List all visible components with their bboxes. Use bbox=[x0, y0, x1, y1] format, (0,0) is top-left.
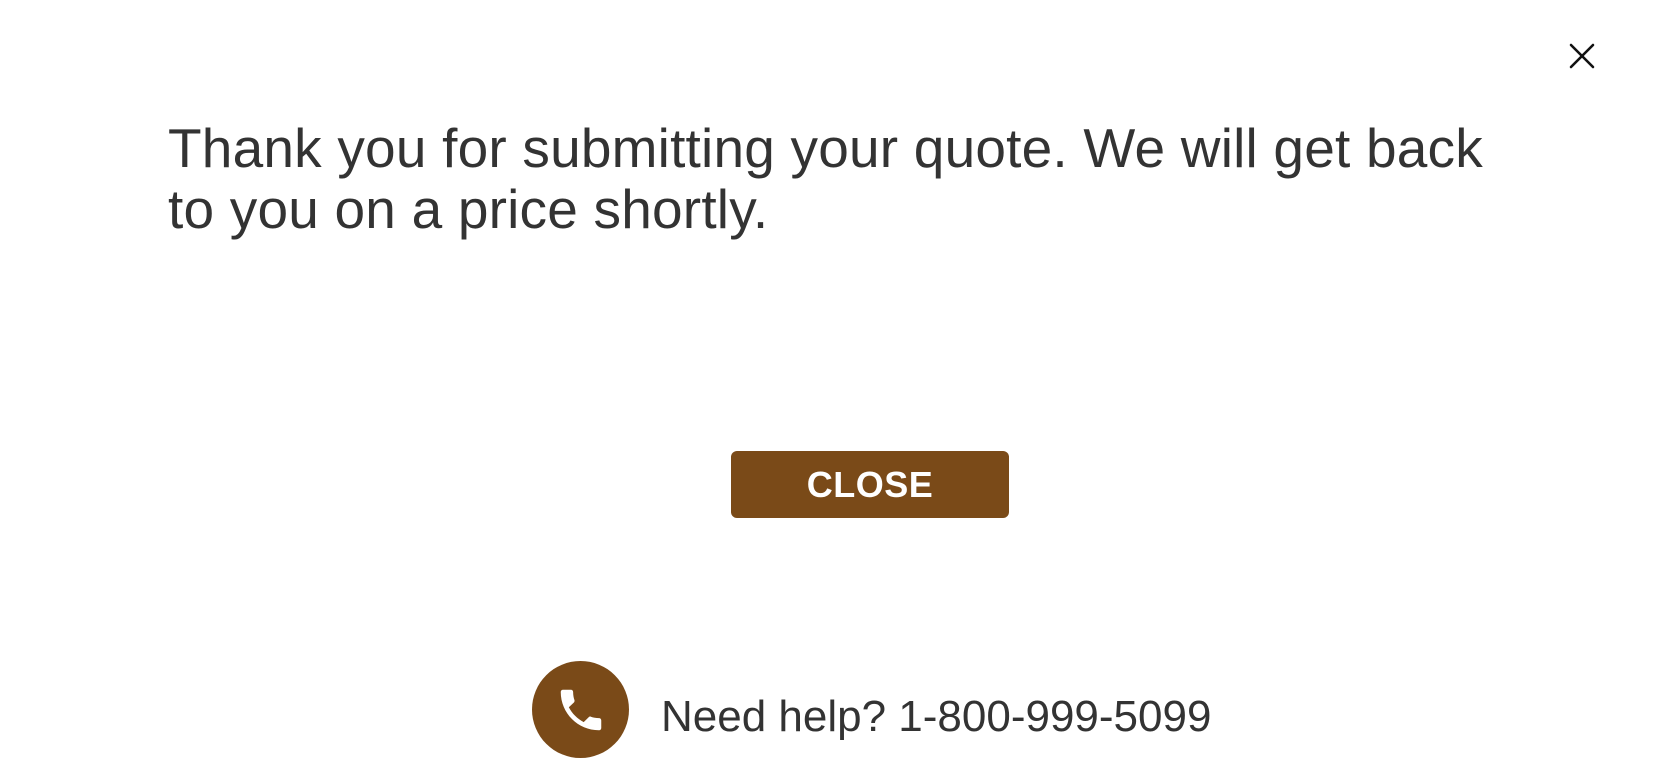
close-icon[interactable] bbox=[1568, 42, 1596, 70]
help-phone-text[interactable]: Need help? 1-800-999-5099 bbox=[661, 692, 1211, 742]
phone-icon[interactable] bbox=[532, 661, 629, 758]
close-button[interactable]: CLOSE bbox=[731, 451, 1009, 518]
quote-confirmation-modal: Thank you for submitting your quote. We … bbox=[0, 0, 1670, 777]
help-contact: Need help? 1-800-999-5099 bbox=[532, 661, 1211, 758]
confirmation-message: Thank you for submitting your quote. We … bbox=[168, 117, 1483, 240]
